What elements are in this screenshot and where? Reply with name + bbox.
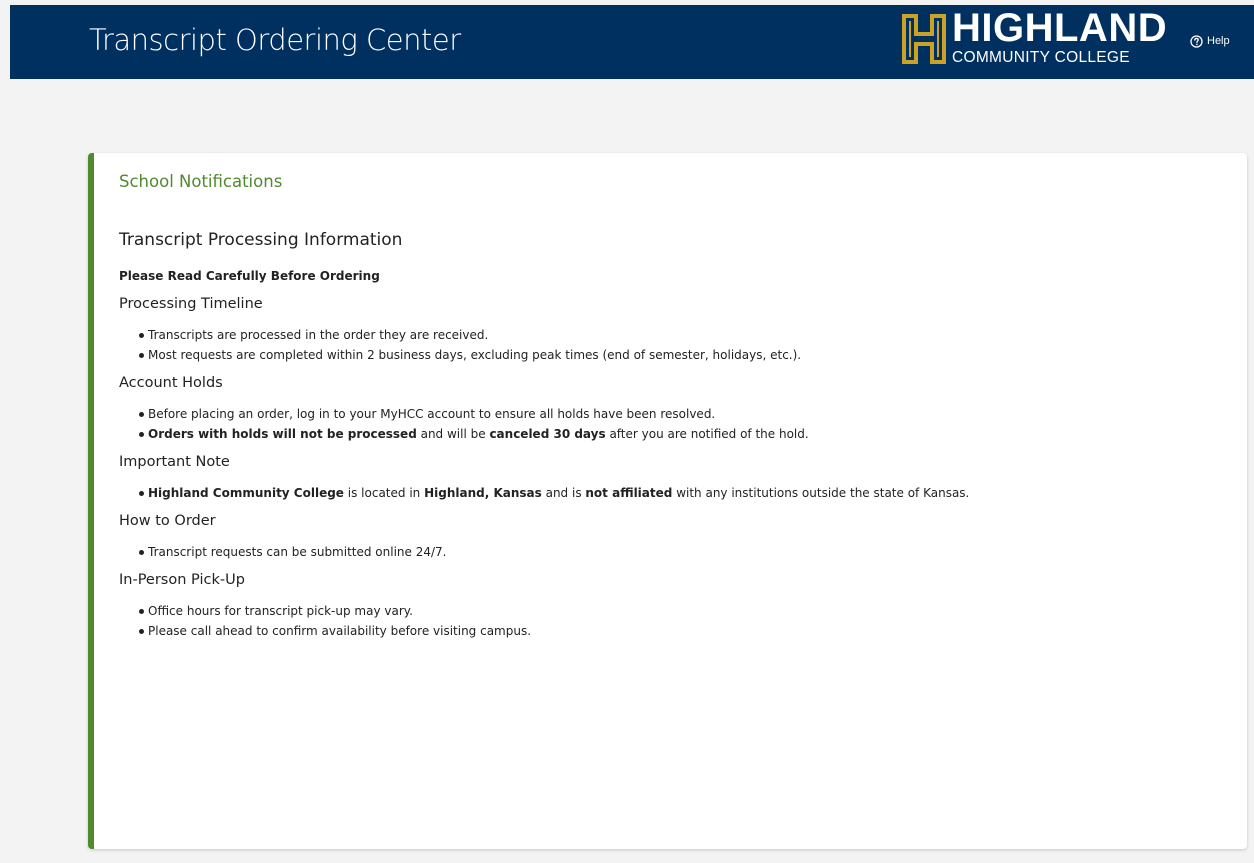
content-heading: Transcript Processing Information xyxy=(119,230,403,250)
highland-logo[interactable]: HIGHLAND COMMUNITY COLLEGE xyxy=(896,6,1167,68)
help-link[interactable]: Help xyxy=(1190,31,1230,51)
section-title: How to Order xyxy=(119,513,216,529)
page-title: Transcript Ordering Center xyxy=(89,23,461,57)
card-title: School Notifications xyxy=(119,172,283,191)
body-text: Before placing an order, log in to your … xyxy=(148,407,716,421)
logo-wordmark: HIGHLAND xyxy=(952,6,1168,50)
emphasized-text: Highland, Kansas xyxy=(424,486,542,500)
body-text: Office hours for transcript pick-up may … xyxy=(148,604,413,618)
bullet-list: Office hours for transcript pick-up may … xyxy=(119,601,1229,641)
section-title: Account Holds xyxy=(119,375,223,391)
section-title: Processing Timeline xyxy=(119,296,263,312)
help-label: Help xyxy=(1207,35,1230,47)
body-text: Transcripts are processed in the order t… xyxy=(148,328,489,342)
highland-h-logo-icon xyxy=(902,14,946,64)
top-header: Transcript Ordering Center HIGHLAND COMM… xyxy=(10,5,1254,79)
emphasized-text: Orders with holds will not be processed xyxy=(148,427,417,441)
bullet-list: Highland Community College is located in… xyxy=(119,483,1229,503)
list-item: Highland Community College is located in… xyxy=(139,483,1229,503)
emphasized-text: canceled 30 days xyxy=(489,427,606,441)
body-text: after you are notified of the hold. xyxy=(605,427,809,441)
list-item: Office hours for transcript pick-up may … xyxy=(139,601,1229,621)
list-item: Transcripts are processed in the order t… xyxy=(139,325,1229,345)
school-notifications-card: School Notifications Transcript Processi… xyxy=(88,153,1247,849)
bullet-list: Before placing an order, log in to your … xyxy=(119,404,1229,444)
body-text: and is xyxy=(541,486,586,500)
sections-container: Processing Timeline Transcripts are proce… xyxy=(119,295,1229,641)
notification-content: Transcript Processing Information Please… xyxy=(119,229,1229,650)
list-item: Please call ahead to confirm availabilit… xyxy=(139,621,1229,641)
logo-subtitle: COMMUNITY COLLEGE xyxy=(952,49,1130,66)
list-item: Transcript requests can be submitted onl… xyxy=(139,542,1229,562)
list-item: Before placing an order, log in to your … xyxy=(139,404,1229,424)
body-text: Please call ahead to confirm availabilit… xyxy=(148,624,532,638)
body-text: Transcript requests can be submitted onl… xyxy=(148,545,447,559)
section-title: In-Person Pick-Up xyxy=(119,572,245,588)
question-circle-icon xyxy=(1190,34,1203,48)
body-text: is located in xyxy=(343,486,425,500)
page: Transcript Ordering Center HIGHLAND COMM… xyxy=(0,0,1254,863)
body-text: Most requests are completed within 2 bus… xyxy=(148,348,802,362)
list-item: Orders with holds will not be processed … xyxy=(139,424,1229,444)
section-title: Important Note xyxy=(119,454,230,470)
bullet-list: Transcripts are processed in the order t… xyxy=(119,325,1229,365)
intro-text: Please Read Carefully Before Ordering xyxy=(119,269,380,283)
bullet-list: Transcript requests can be submitted onl… xyxy=(119,542,1229,562)
emphasized-text: not affiliated xyxy=(585,486,673,500)
emphasized-text: Highland Community College xyxy=(148,486,344,500)
body-text: with any institutions outside the state … xyxy=(672,486,970,500)
body-text: and will be xyxy=(416,427,490,441)
list-item: Most requests are completed within 2 bus… xyxy=(139,345,1229,365)
